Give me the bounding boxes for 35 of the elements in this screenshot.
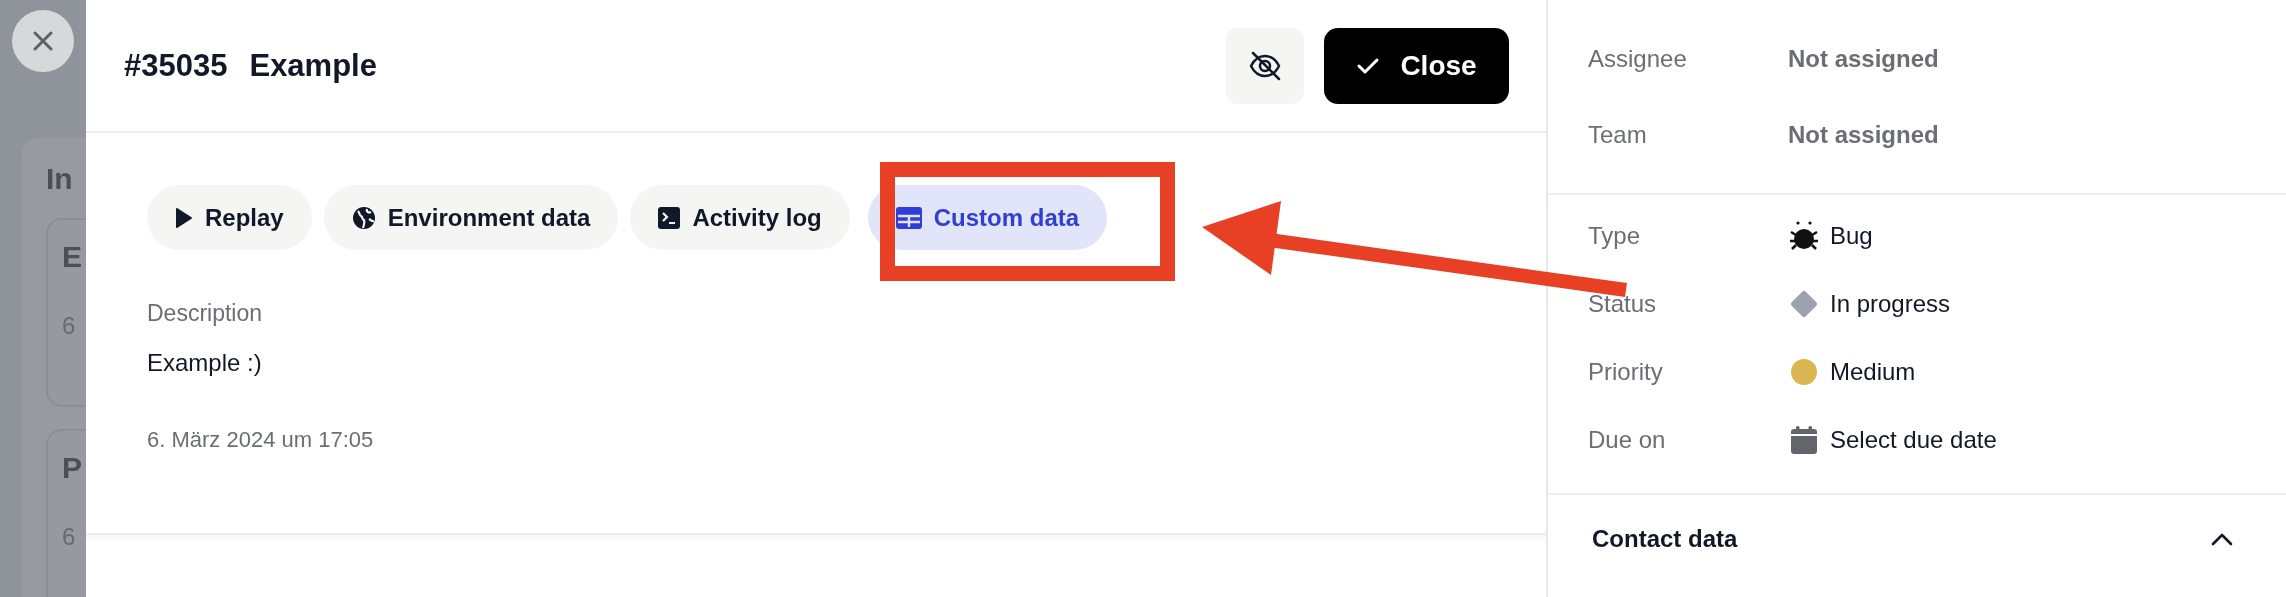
card-title: P xyxy=(62,451,83,485)
field-label: Type xyxy=(1588,222,1642,250)
description-text: Example :) xyxy=(147,349,263,377)
tab[interactable]: Replay xyxy=(147,185,312,250)
issue-title: Example xyxy=(249,47,377,84)
field-value[interactable]: In progress xyxy=(1830,290,1951,318)
section-header[interactable]: Contact data xyxy=(1548,495,2286,553)
field-label: Team xyxy=(1588,121,1648,149)
timestamp: 6. März 2024 um 17:05 xyxy=(147,427,375,453)
column-heading: In xyxy=(46,162,74,196)
calendar-icon xyxy=(1791,426,1817,454)
field-value[interactable]: Medium xyxy=(1830,358,1916,386)
field-value[interactable]: Not assigned xyxy=(1788,121,1939,149)
table-icon xyxy=(895,206,922,229)
field-label: Due on xyxy=(1588,426,1667,454)
field-value[interactable]: Select due date xyxy=(1830,426,1997,454)
close-button[interactable]: Close xyxy=(1324,27,1509,104)
section-title: Contact data xyxy=(1592,525,1738,553)
terminal-icon xyxy=(658,206,681,229)
card-title: E xyxy=(62,240,83,274)
field-label: Priority xyxy=(1588,358,1664,386)
field-label: Assignee xyxy=(1588,45,1688,73)
field-label: Status xyxy=(1588,290,1658,318)
play-icon xyxy=(175,206,193,229)
description-label: Description xyxy=(147,300,264,327)
tab[interactable]: Activity log xyxy=(630,185,850,250)
eye-off-icon xyxy=(1248,50,1282,81)
field-value[interactable]: Bug xyxy=(1830,222,1873,250)
tab[interactable]: Environment data xyxy=(323,185,619,250)
field-value[interactable]: Not assigned xyxy=(1788,45,1939,73)
hide-button[interactable] xyxy=(1226,27,1304,104)
bug-icon xyxy=(1788,220,1820,252)
issue-number: #35035 xyxy=(124,47,228,84)
tab[interactable]: Custom data xyxy=(867,185,1108,250)
globe-icon xyxy=(351,205,376,230)
